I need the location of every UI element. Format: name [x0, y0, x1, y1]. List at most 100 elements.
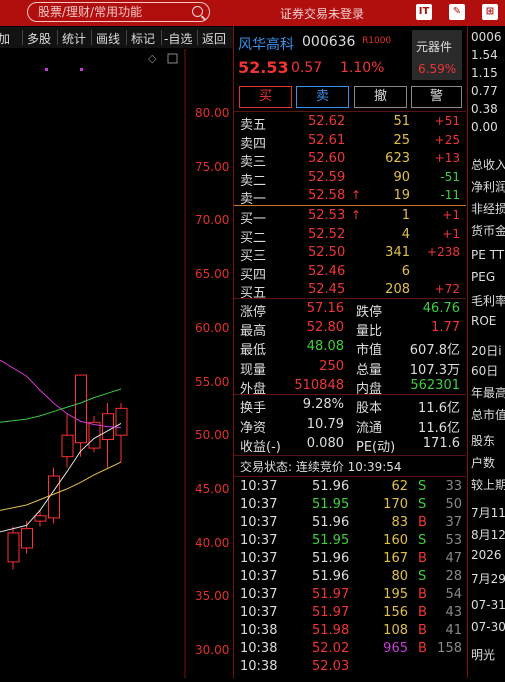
level-price: 52.46: [308, 263, 346, 279]
side-panel-text: 07-30: [471, 620, 505, 634]
candle: [75, 374, 87, 444]
side-panel-text: 年最高: [471, 386, 505, 400]
tick-side: S: [418, 569, 427, 584]
side-panel-text: 20日i: [471, 344, 502, 358]
gift-icon[interactable]: ⊞: [482, 4, 498, 20]
quote-cell: 0.080: [306, 436, 344, 451]
ask-row[interactable]: 卖五 52.62 51 +51: [234, 114, 466, 133]
search-input[interactable]: 股票/理财/常用功能: [27, 2, 210, 22]
side-panel-text: 净利润: [471, 180, 505, 194]
sell-button[interactable]: 卖: [296, 86, 349, 108]
f10-side-panel: 0006 1.54 1.15 0.77 0.38 0.00 总收入 净利润 非经损 货币金 PE T…: [467, 26, 505, 678]
tick-volume: 62: [391, 479, 408, 494]
search-icon[interactable]: [192, 6, 203, 17]
alert-button[interactable]: 警: [411, 86, 462, 108]
candle: [21, 528, 33, 549]
toolbar-back[interactable]: 返回: [202, 30, 226, 47]
level-badge: R1000: [362, 36, 392, 46]
toolbar-divider: [22, 30, 23, 45]
level-price: 52.62: [308, 114, 346, 129]
tick-price: 51.97: [312, 605, 350, 620]
level-volume: 4: [401, 226, 410, 242]
tick-count: 37: [445, 515, 462, 530]
tick-row: 10:38 52.02 965 B 158: [234, 641, 466, 659]
y-tick-label: 35.00: [195, 589, 230, 604]
quote-cell: 48.08: [306, 339, 344, 355]
quote-row: 最高 52.80 量比 1.77: [234, 320, 466, 340]
toolbar-watchlist[interactable]: -自选: [164, 30, 192, 47]
ask-row[interactable]: 卖四 52.61 25 +25: [234, 132, 466, 152]
toolbar-divider: [197, 30, 198, 45]
level-volume: 19: [393, 188, 410, 203]
level-volume: 341: [385, 245, 410, 260]
tick-price: 51.95: [312, 497, 350, 512]
quote-cell: 量比: [356, 324, 383, 340]
tick-side: B: [418, 605, 427, 620]
tick-row: 10:37 51.95 170 S 50: [234, 497, 466, 515]
candle: [48, 475, 60, 519]
order-book-midline: [234, 205, 466, 206]
diamond-icon: ◇: [148, 52, 157, 65]
ask-row[interactable]: 卖三 52.60 623 +13: [234, 151, 466, 170]
window-icon[interactable]: IT: [416, 4, 432, 20]
level-price: 52.59: [308, 169, 346, 185]
y-tick-label: 60.00: [195, 320, 230, 335]
level-price: 52.61: [308, 132, 346, 148]
tick-volume: 170: [383, 497, 408, 512]
bid-row[interactable]: 买二 52.52 4 +1: [234, 226, 466, 246]
level-delta: +51: [434, 114, 460, 128]
stock-name[interactable]: 风华高科: [238, 34, 294, 54]
tick-time: 10:38: [240, 659, 278, 674]
bid-row[interactable]: 买四 52.46 6: [234, 263, 466, 283]
tick-volume: 80: [391, 569, 408, 584]
login-status[interactable]: 证券交易未登录: [280, 5, 364, 22]
quote-cell: 250: [319, 358, 344, 374]
toolbar-divider: [91, 30, 92, 45]
kline-chart[interactable]: ◇ 80.00 75.00 70.00 65.00 60.00 55.00 50.00 45.…: [0, 49, 233, 678]
level-volume: 51: [393, 114, 410, 129]
level-delta: -51: [440, 169, 460, 184]
y-tick-label: 50.00: [195, 428, 230, 443]
toolbar-stats[interactable]: 统计: [62, 30, 86, 47]
buy-button[interactable]: 买: [239, 86, 292, 108]
side-panel-text: 7月11: [471, 506, 505, 520]
toolbar-mark[interactable]: 标记: [131, 30, 155, 47]
level-volume: 25: [393, 132, 410, 148]
level-volume: 1: [401, 208, 410, 223]
side-panel-text: 2026: [471, 548, 502, 562]
edit-icon[interactable]: ✎: [449, 4, 465, 20]
tick-count: 43: [445, 605, 462, 620]
toolbar-add[interactable]: 加: [0, 30, 10, 47]
trade-state: 交易状态: 连续竞价 10:39:54: [240, 460, 402, 474]
side-panel-text: 0.77: [471, 84, 498, 98]
quote-cell: 净资: [240, 420, 267, 436]
ask-row[interactable]: 卖二 52.59 90 -51: [234, 169, 466, 189]
side-panel-text: 货币金: [471, 224, 505, 238]
sector-widget[interactable]: 元器件 6.59%: [412, 30, 462, 80]
search-placeholder: 股票/理财/常用功能: [38, 5, 143, 19]
quote-cell: 46.76: [422, 301, 460, 316]
tick-price: 51.98: [312, 623, 350, 638]
cancel-order-button[interactable]: 撤: [354, 86, 407, 108]
bid-row[interactable]: 买三 52.50 341 +238: [234, 245, 466, 264]
ask-row[interactable]: 卖一 52.58 ↑ 19 -11: [234, 188, 466, 207]
square-icon: [167, 53, 178, 64]
divider: [234, 476, 466, 477]
tick-time: 10:37: [240, 497, 278, 512]
quote-cell: 总量: [356, 362, 383, 378]
sector-label: 元器件: [416, 40, 453, 54]
toolbar-multi-stock[interactable]: 多股: [27, 30, 51, 47]
side-panel-text: 07-31: [471, 598, 505, 612]
bid-row[interactable]: 买一 52.53 ↑ 1 +1: [234, 208, 466, 227]
side-panel-text: 明光: [471, 648, 496, 662]
tick-time: 10:37: [240, 533, 278, 548]
quote-cell: 510848: [294, 377, 344, 393]
moving-average-line: [0, 461, 122, 511]
toolbar-draw[interactable]: 画线: [96, 30, 120, 47]
quote-cell: 流通: [356, 420, 383, 436]
tick-side: B: [418, 515, 427, 530]
level-price: 52.52: [308, 226, 346, 242]
tick-side: B: [418, 551, 427, 566]
tick-time: 10:37: [240, 551, 278, 566]
tick-price: 52.02: [312, 641, 350, 656]
